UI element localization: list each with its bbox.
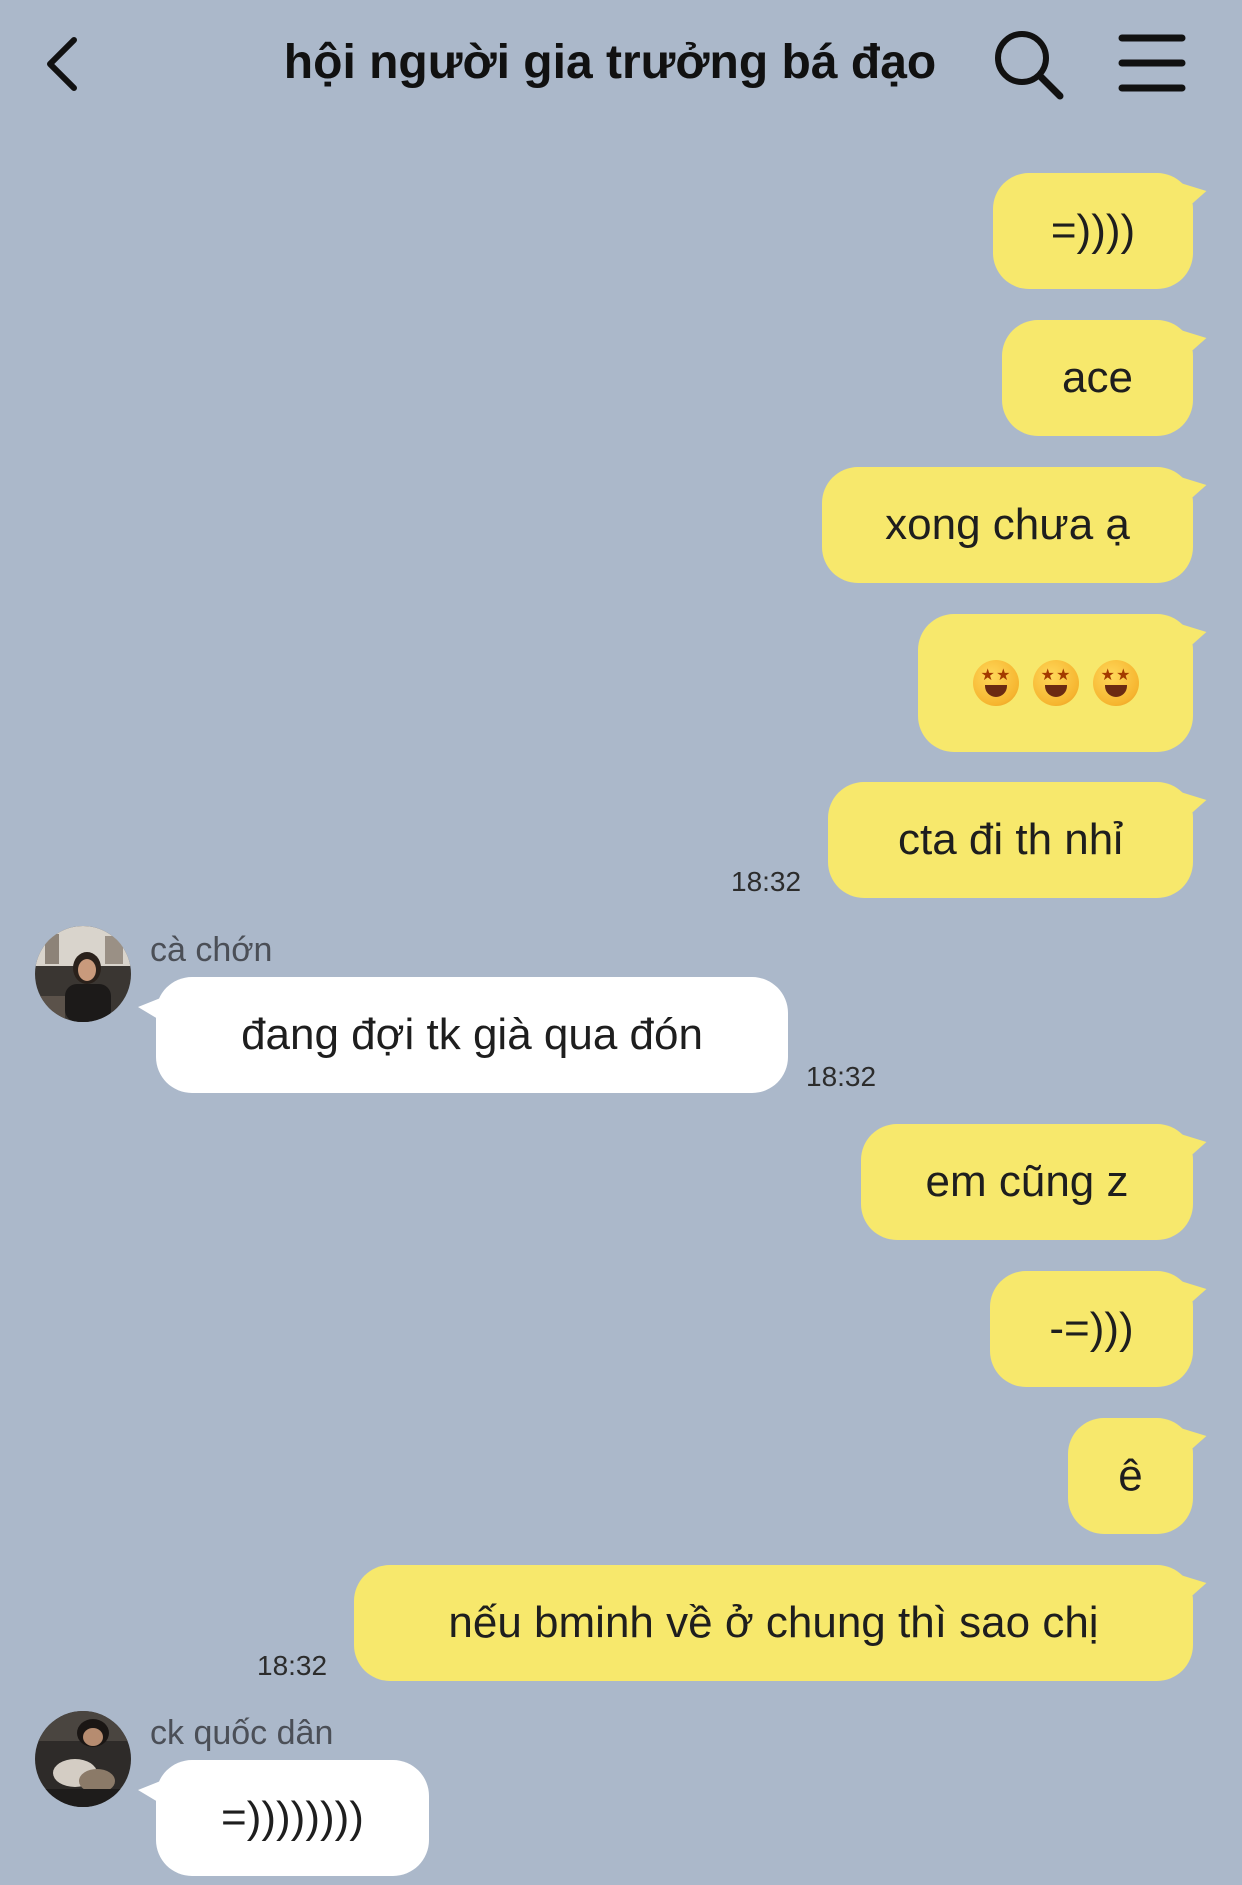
- star-struck-emoji-icon: [972, 660, 1019, 706]
- menu-button[interactable]: [1118, 28, 1186, 98]
- avatar-photo: [35, 926, 131, 1022]
- avatar[interactable]: [35, 926, 131, 1022]
- message-timestamp: 18:32: [257, 1650, 328, 1681]
- message-text: cta đi th nhỉ: [897, 815, 1124, 864]
- message-timestamp: 18:32: [806, 1061, 877, 1092]
- message-bubble-outgoing[interactable]: =)))): [993, 173, 1210, 289]
- message-bubble-outgoing[interactable]: ace: [1002, 320, 1210, 436]
- message-timestamp: 18:32: [731, 866, 802, 897]
- message-text: =)))))))): [221, 1793, 364, 1842]
- sender-name: ck quốc dân: [150, 1714, 334, 1752]
- emoji-message: [972, 660, 1139, 706]
- back-button[interactable]: [40, 28, 84, 100]
- search-button[interactable]: [990, 26, 1066, 102]
- message-bubble-outgoing[interactable]: xong chưa ạ: [822, 467, 1210, 583]
- search-icon: [995, 31, 1064, 100]
- chat-header: hội người gia trưởng bá đạo: [0, 0, 1242, 130]
- message-text: ace: [1062, 353, 1133, 402]
- message-text: em cũng z: [925, 1157, 1129, 1206]
- message-bubble-outgoing[interactable]: nếu bminh về ở chung thì sao chị: [354, 1565, 1210, 1681]
- avatar[interactable]: [35, 1711, 131, 1807]
- message-text: nếu bminh về ở chung thì sao chị: [448, 1598, 1099, 1647]
- message-bubble-outgoing[interactable]: -=))): [990, 1271, 1210, 1387]
- message-bubble-incoming[interactable]: =)))))))): [138, 1760, 429, 1876]
- sender-name: cà chớn: [150, 931, 273, 969]
- message-bubble-outgoing[interactable]: [918, 614, 1210, 752]
- hamburger-menu-icon: [1118, 34, 1186, 92]
- chat-title: hội người gia trưởng bá đạo: [283, 36, 937, 89]
- message-bubble-outgoing[interactable]: em cũng z: [861, 1124, 1210, 1240]
- message-text: đang đợi tk già qua đón: [241, 1010, 703, 1059]
- star-struck-emoji-icon: [1032, 660, 1079, 706]
- message-text: -=))): [1049, 1304, 1134, 1353]
- message-bubble-outgoing[interactable]: ê: [1068, 1418, 1210, 1534]
- message-bubble-outgoing[interactable]: cta đi th nhỉ: [828, 782, 1210, 898]
- avatar-photo: [35, 1711, 131, 1807]
- message-text: =)))): [1050, 206, 1136, 255]
- message-bubble-incoming[interactable]: đang đợi tk già qua đón: [138, 977, 788, 1093]
- message-text: xong chưa ạ: [885, 500, 1130, 549]
- message-text: ê: [1118, 1451, 1143, 1500]
- chevron-left-icon: [47, 37, 77, 91]
- star-struck-emoji-icon: [1092, 660, 1139, 706]
